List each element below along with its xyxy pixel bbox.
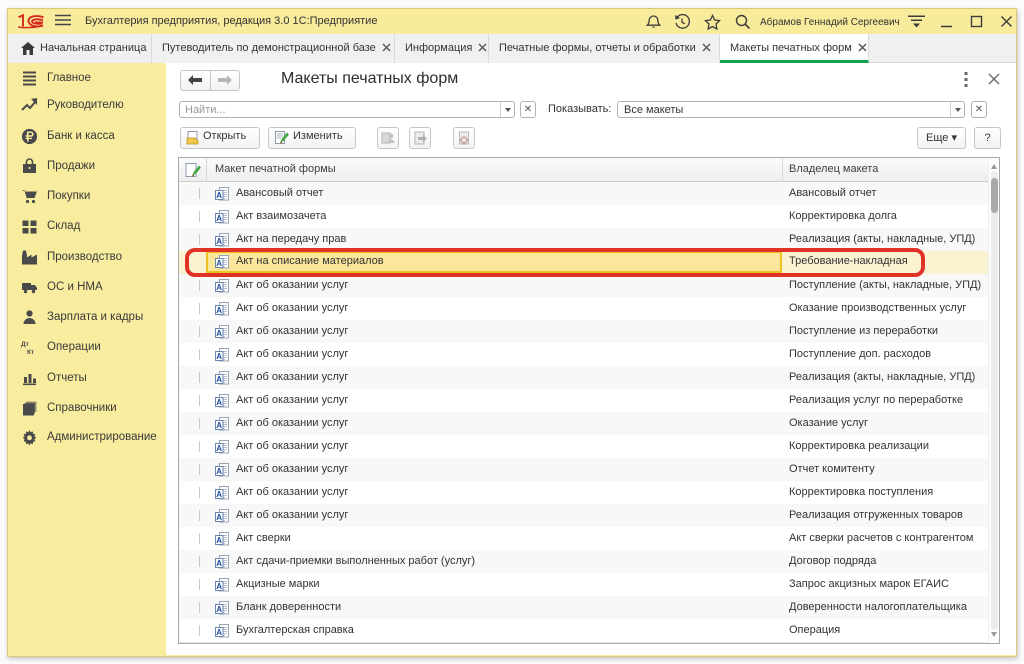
svg-text:А: А [216, 513, 222, 522]
svg-text:А: А [216, 306, 222, 315]
svg-text:А: А [216, 375, 222, 384]
svg-text:А: А [216, 191, 222, 200]
svg-text:А: А [216, 628, 222, 637]
svg-text:А: А [216, 398, 222, 407]
svg-text:А: А [216, 605, 222, 614]
svg-text:А: А [216, 329, 222, 338]
svg-text:А: А [216, 444, 222, 453]
svg-text:А: А [216, 214, 222, 223]
svg-text:А: А [216, 536, 222, 545]
svg-text:Дт: Дт [21, 341, 29, 348]
svg-text:А: А [216, 582, 222, 591]
svg-text:А: А [216, 352, 222, 361]
svg-text:А: А [216, 421, 222, 430]
svg-text:А: А [216, 559, 222, 568]
svg-text:Кт: Кт [27, 349, 34, 356]
svg-text:А: А [216, 467, 222, 476]
svg-text:А: А [216, 490, 222, 499]
svg-text:А: А [216, 237, 222, 246]
svg-text:А: А [216, 283, 222, 292]
